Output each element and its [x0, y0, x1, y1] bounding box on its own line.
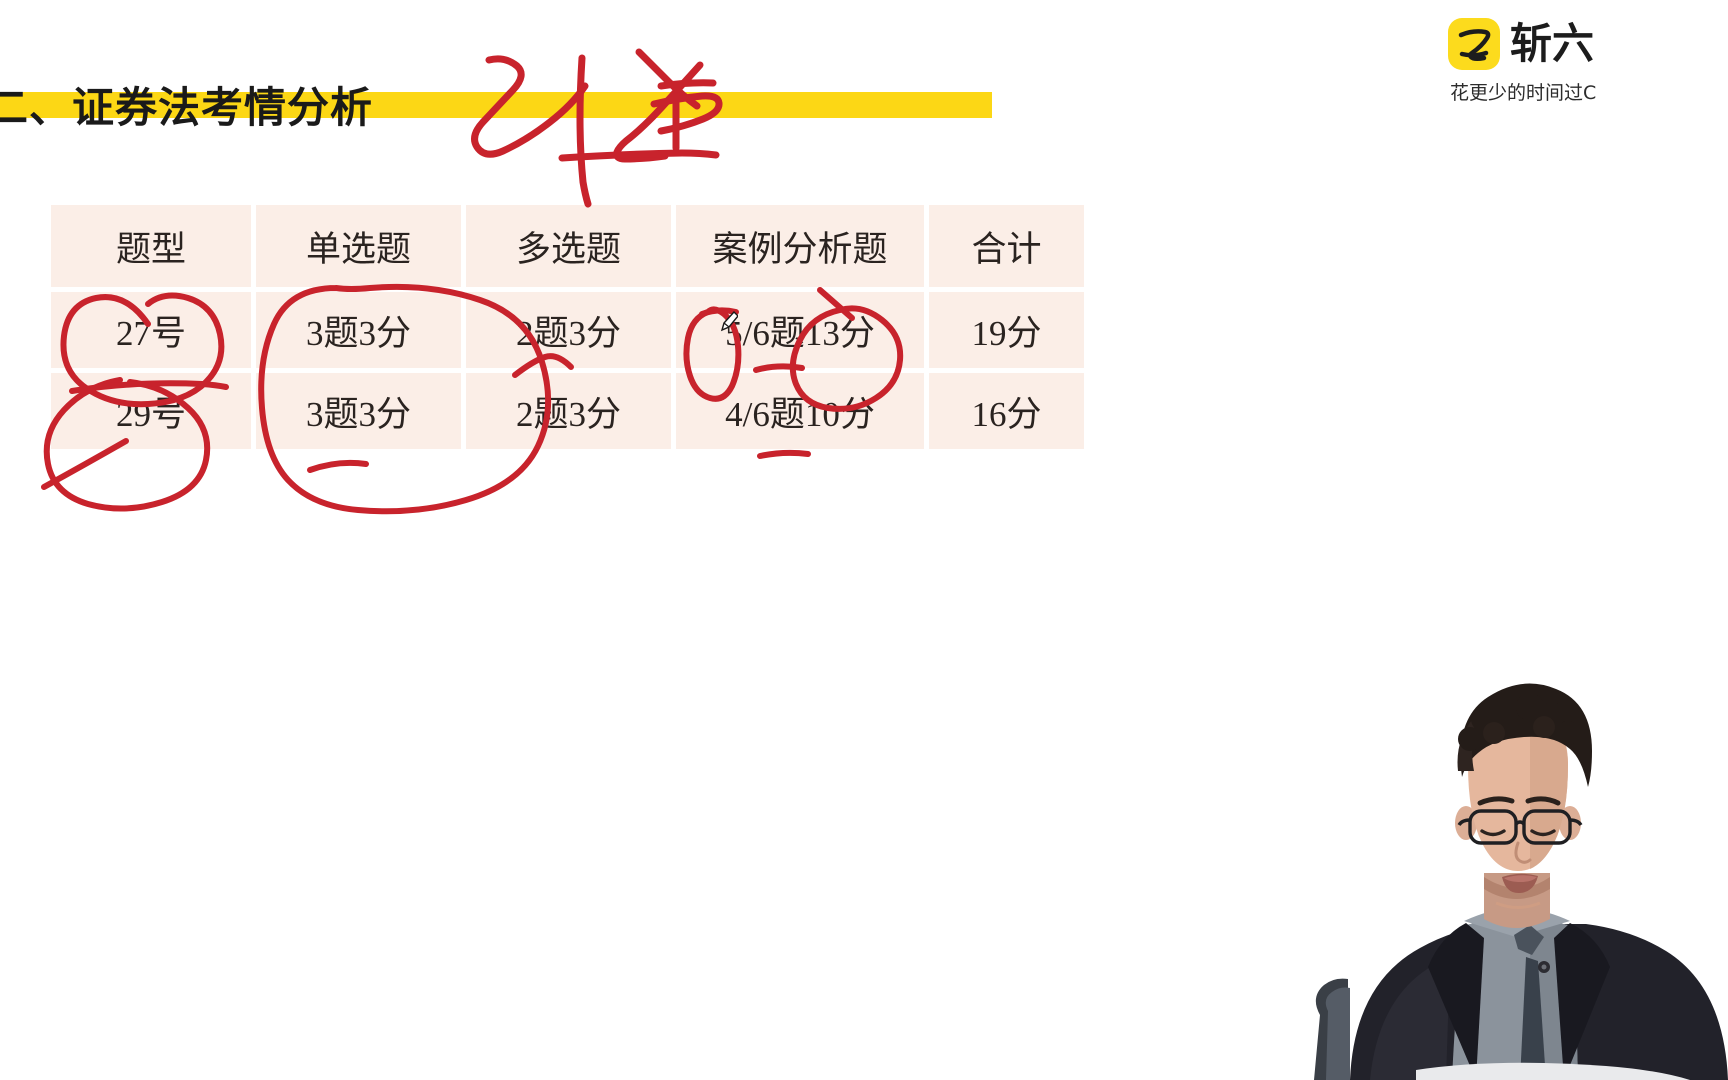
table-header-cell-case: 案例分析题: [676, 205, 924, 287]
table-header-cell-multi: 多选题: [466, 205, 671, 287]
cell-case-row2: 4/6题10分: [676, 373, 924, 449]
cell-single-row2: 3题3分: [256, 373, 461, 449]
cell-type-row2: 29号: [51, 373, 251, 449]
brand-mark-icon: [1448, 18, 1500, 70]
instructor-video-overlay: [1298, 615, 1728, 1080]
handwritten-24-year-stroke-8: [558, 149, 720, 162]
cell-single-row1: 3题3分: [256, 292, 461, 368]
brand-name-text: 斩六: [1510, 19, 1595, 68]
slide-canvas: 二、证券法考情分析 题型 单选题 多选题 案例分析题 合计 27号 3题3分 2…: [0, 0, 1728, 1080]
table-header-row: 题型 单选题 多选题 案例分析题 合计: [51, 205, 1084, 287]
table-row: 27号 3题3分 2题3分 5/6题13分 19分: [51, 292, 1084, 368]
exam-analysis-table: 题型 单选题 多选题 案例分析题 合计 27号 3题3分 2题3分 5/6题13…: [46, 200, 1089, 454]
table-header-cell-type: 题型: [51, 205, 251, 287]
cell-type-row1: 27号: [51, 292, 251, 368]
cell-total-row2: 16分: [929, 373, 1084, 449]
cell-multi-row1: 2题3分: [466, 292, 671, 368]
brand-logo: 斩六 花更少的时间过C: [1448, 18, 1728, 105]
table-header-cell-single: 单选题: [256, 205, 461, 287]
brand-tagline-text: 花更少的时间过C: [1450, 82, 1597, 104]
tail-under-single-row2-mark: [307, 459, 369, 473]
page-title: 二、证券法考情分析: [0, 78, 373, 138]
cell-multi-row2: 2题3分: [466, 373, 671, 449]
pen-cursor-icon: [720, 310, 738, 332]
table-header-cell-total: 合计: [929, 205, 1084, 287]
page-title-text: 二、证券法考情分析: [0, 83, 374, 132]
handwritten-24-year-stroke-2: [576, 54, 592, 208]
table-row: 29号 3题3分 2题3分 4/6题10分 16分: [51, 373, 1084, 449]
handwritten-24-year-stroke-6: [657, 79, 717, 90]
brand-row: 斩六: [1448, 18, 1594, 70]
cell-total-row1: 19分: [929, 292, 1084, 368]
